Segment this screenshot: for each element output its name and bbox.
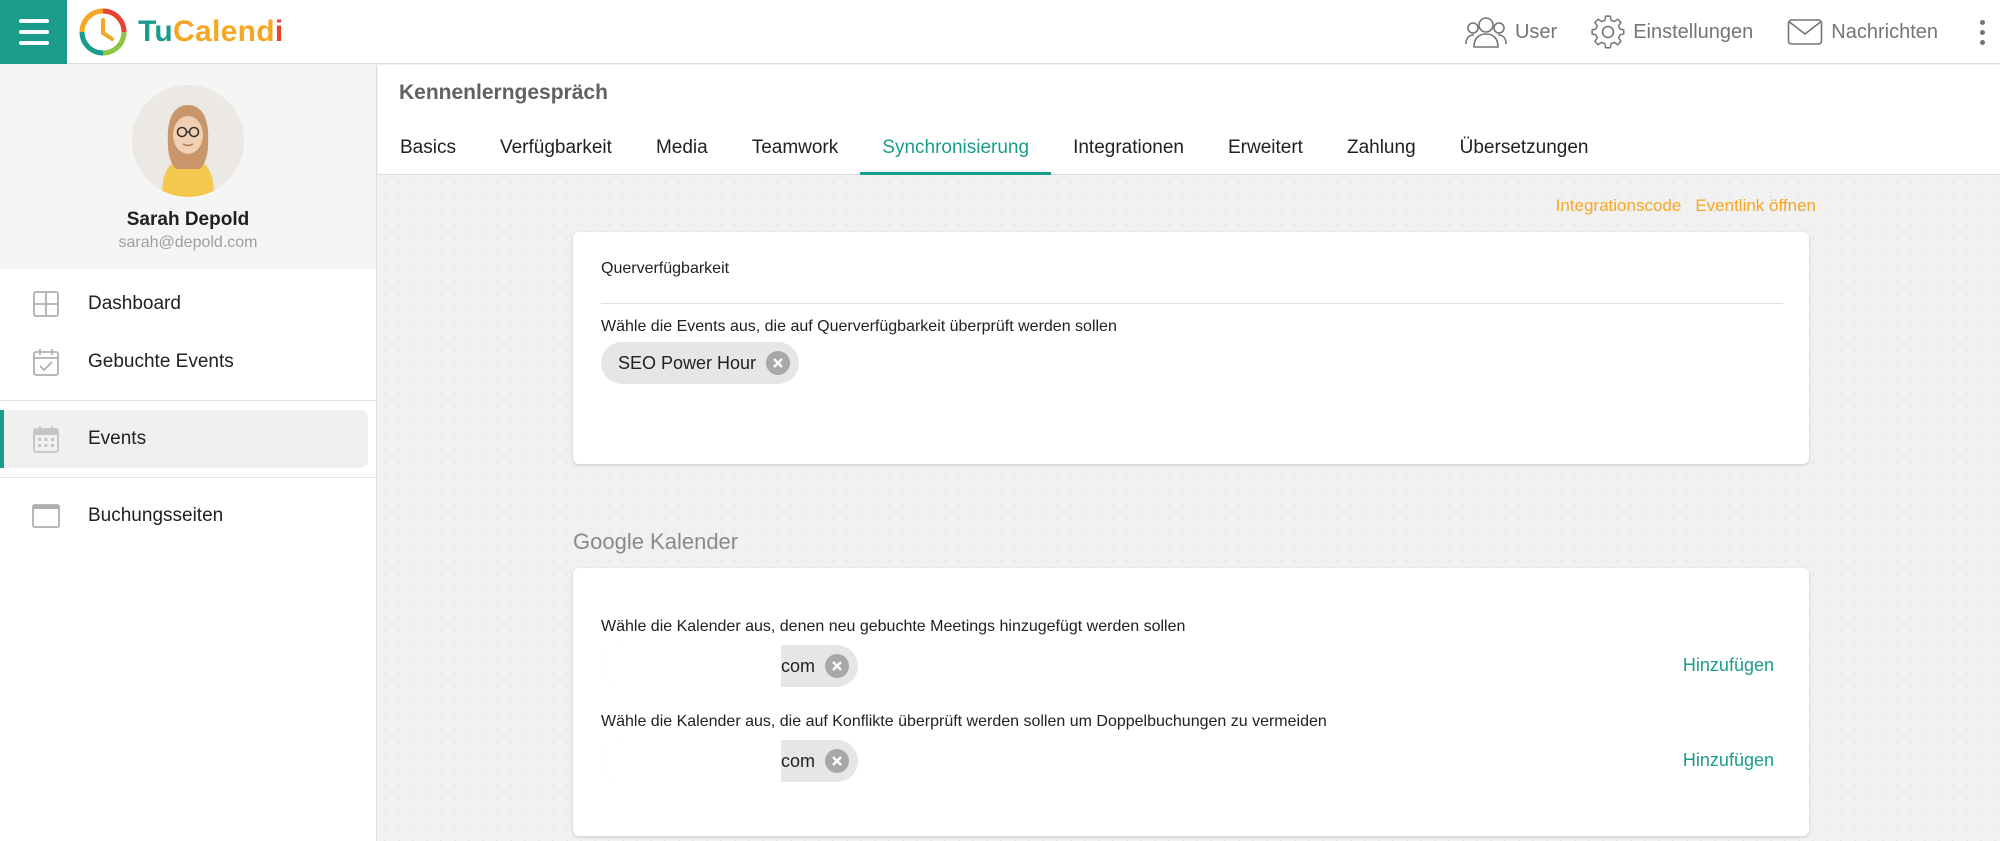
tab-integrations[interactable]: Integrationen bbox=[1051, 121, 1206, 175]
users-icon bbox=[1465, 17, 1507, 48]
settings-button[interactable]: Einstellungen bbox=[1591, 15, 1753, 49]
calendar-grid-icon bbox=[32, 425, 60, 453]
google-calendar-card: Wähle die Kalender aus, denen neu gebuch… bbox=[573, 568, 1809, 836]
divider bbox=[0, 477, 376, 478]
user-menu-button[interactable]: User bbox=[1465, 14, 1557, 50]
dashboard-icon bbox=[32, 290, 60, 318]
field-label: Wähle die Kalender aus, denen neu gebuch… bbox=[601, 618, 1186, 635]
card-title: Querverfügbarkeit bbox=[601, 260, 730, 277]
sidebar-item-booking-pages[interactable]: Buchungsseiten bbox=[0, 487, 376, 545]
integration-code-link[interactable]: Integrationscode bbox=[1556, 196, 1682, 216]
tab-bar: Basics Verfügbarkeit Media Teamwork Sync… bbox=[378, 121, 1611, 175]
more-options-button[interactable] bbox=[1972, 19, 1992, 45]
event-links: Integrationscode Eventlink öffnen bbox=[1556, 196, 1816, 216]
redacted-area bbox=[601, 740, 781, 782]
calendar-check-icon bbox=[32, 348, 60, 376]
browser-window-icon bbox=[32, 502, 60, 530]
logo-clock-icon bbox=[79, 8, 127, 56]
event-header: Kennenlerngespräch Basics Verfügbarkeit … bbox=[378, 65, 2000, 175]
sidebar-item-booked-events[interactable]: Gebuchte Events bbox=[0, 333, 376, 391]
tab-payment[interactable]: Zahlung bbox=[1325, 121, 1438, 175]
avatar-image bbox=[132, 85, 244, 197]
tab-basics[interactable]: Basics bbox=[378, 121, 478, 175]
sidebar-item-label: Buchungsseiten bbox=[88, 505, 224, 526]
app-name: TuCalendi bbox=[138, 15, 284, 48]
chip-label: SEO Power Hour bbox=[618, 352, 757, 373]
close-icon bbox=[832, 661, 842, 671]
event-chip[interactable]: SEO Power Hour bbox=[601, 342, 800, 384]
app-logo[interactable]: TuCalendi bbox=[78, 6, 284, 58]
messages-button[interactable]: Nachrichten bbox=[1787, 18, 1938, 46]
field-label: Wähle die Kalender aus, die auf Konflikt… bbox=[601, 713, 1327, 730]
sidebar-item-events[interactable]: Events bbox=[0, 410, 368, 468]
redacted-area bbox=[601, 645, 781, 687]
sidebar: Sarah Depold sarah@depold.com Dashboard … bbox=[0, 65, 377, 841]
section-title: Google Kalender bbox=[573, 529, 739, 554]
close-icon bbox=[832, 756, 842, 766]
tab-synchronization[interactable]: Synchronisierung bbox=[860, 121, 1051, 175]
tab-advanced[interactable]: Erweitert bbox=[1206, 121, 1325, 175]
remove-chip-button[interactable] bbox=[766, 351, 791, 375]
main-content: Integrationscode Eventlink öffnen Querve… bbox=[378, 176, 2000, 841]
add-calendar-button[interactable]: Hinzufügen bbox=[1683, 655, 1774, 676]
profile-name: Sarah Depold bbox=[126, 209, 250, 230]
field-label: Wähle die Events aus, die auf Querverfüg… bbox=[601, 318, 1117, 335]
calendar-chip[interactable]: com bbox=[601, 740, 859, 782]
menu-toggle-button[interactable] bbox=[0, 0, 67, 64]
tab-availability[interactable]: Verfügbarkeit bbox=[478, 121, 634, 175]
avatar[interactable] bbox=[132, 85, 244, 197]
hamburger-icon bbox=[18, 19, 49, 23]
sidebar-item-label: Events bbox=[88, 428, 147, 449]
sidebar-item-label: Gebuchte Events bbox=[88, 351, 234, 372]
user-profile: Sarah Depold sarah@depold.com bbox=[0, 65, 376, 269]
page-title: Kennenlerngespräch bbox=[399, 81, 608, 104]
tab-translations[interactable]: Übersetzungen bbox=[1438, 121, 1611, 175]
sidebar-item-label: Dashboard bbox=[88, 293, 181, 314]
profile-email: sarah@depold.com bbox=[118, 234, 258, 251]
calendar-chip[interactable]: com bbox=[601, 645, 859, 687]
kebab-menu-icon bbox=[1979, 19, 1985, 25]
sidebar-nav: Dashboard Gebuchte Events Events Buchung… bbox=[0, 269, 376, 545]
top-bar: TuCalendi User Einstellungen Nachrichten bbox=[0, 0, 2000, 64]
remove-chip-button[interactable] bbox=[825, 749, 850, 773]
divider bbox=[0, 400, 376, 401]
gear-icon bbox=[1591, 15, 1625, 49]
remove-chip-button[interactable] bbox=[825, 654, 850, 678]
cross-availability-card: Querverfügbarkeit Wähle die Events aus, … bbox=[573, 232, 1809, 464]
open-event-link[interactable]: Eventlink öffnen bbox=[1695, 196, 1816, 216]
chip-label: com bbox=[781, 750, 816, 771]
sidebar-item-dashboard[interactable]: Dashboard bbox=[0, 275, 376, 333]
close-icon bbox=[773, 358, 783, 368]
tab-media[interactable]: Media bbox=[634, 121, 730, 175]
envelope-icon bbox=[1787, 19, 1823, 45]
divider bbox=[601, 303, 1783, 304]
tab-teamwork[interactable]: Teamwork bbox=[730, 121, 861, 175]
add-conflict-calendar-button[interactable]: Hinzufügen bbox=[1683, 750, 1774, 771]
top-actions: User Einstellungen Nachrichten bbox=[1465, 0, 2000, 64]
chip-label: com bbox=[781, 655, 816, 676]
